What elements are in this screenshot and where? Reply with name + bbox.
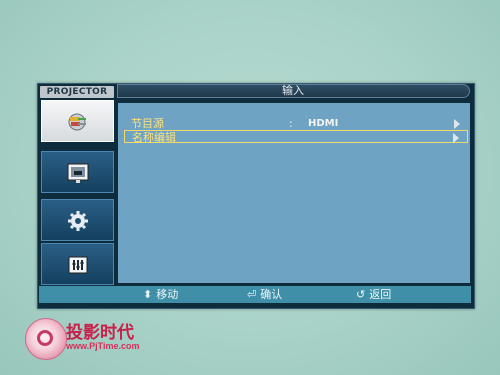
watermark-url: www.PjTime.com (66, 341, 140, 351)
watermark-title: 投影时代 (66, 323, 134, 343)
footer-move: ⬍ 移动 (143, 287, 178, 302)
sidebar-item-settings[interactable] (41, 199, 114, 241)
picture-icon (67, 163, 89, 183)
source-colon: : (289, 117, 293, 130)
return-icon: ↺ (356, 288, 366, 301)
footer-return: ↺ 返回 (356, 287, 391, 302)
projector-brand-label: PROJECTOR (40, 86, 114, 98)
footer-move-label: 移动 (156, 288, 179, 301)
source-label: 节目源 (131, 117, 164, 130)
sidebar-item-picture[interactable] (41, 151, 114, 193)
menu-title: 输入 (282, 84, 304, 97)
menu-item-source[interactable]: 节目源 : HDMI (124, 117, 468, 130)
name-edit-label: 名称编辑 (132, 131, 176, 144)
input-plug-icon (68, 113, 86, 131)
gear-icon (68, 211, 88, 231)
menu-item-name-edit[interactable]: 名称编辑 (124, 130, 468, 144)
setup-sliders-icon (68, 256, 88, 274)
footer-return-label: 返回 (369, 288, 392, 301)
updown-arrows-icon: ⬍ (143, 288, 153, 301)
chevron-right-icon (454, 119, 460, 129)
footer-confirm-label: 确认 (260, 288, 283, 301)
pjtime-logo (25, 318, 67, 360)
footer-confirm: ⏎ 确认 (247, 287, 282, 302)
sidebar-item-input[interactable] (41, 100, 114, 142)
chevron-right-icon (453, 133, 459, 143)
source-value: HDMI (308, 118, 339, 129)
sidebar-item-setup[interactable] (41, 243, 114, 285)
enter-icon: ⏎ (247, 288, 257, 301)
